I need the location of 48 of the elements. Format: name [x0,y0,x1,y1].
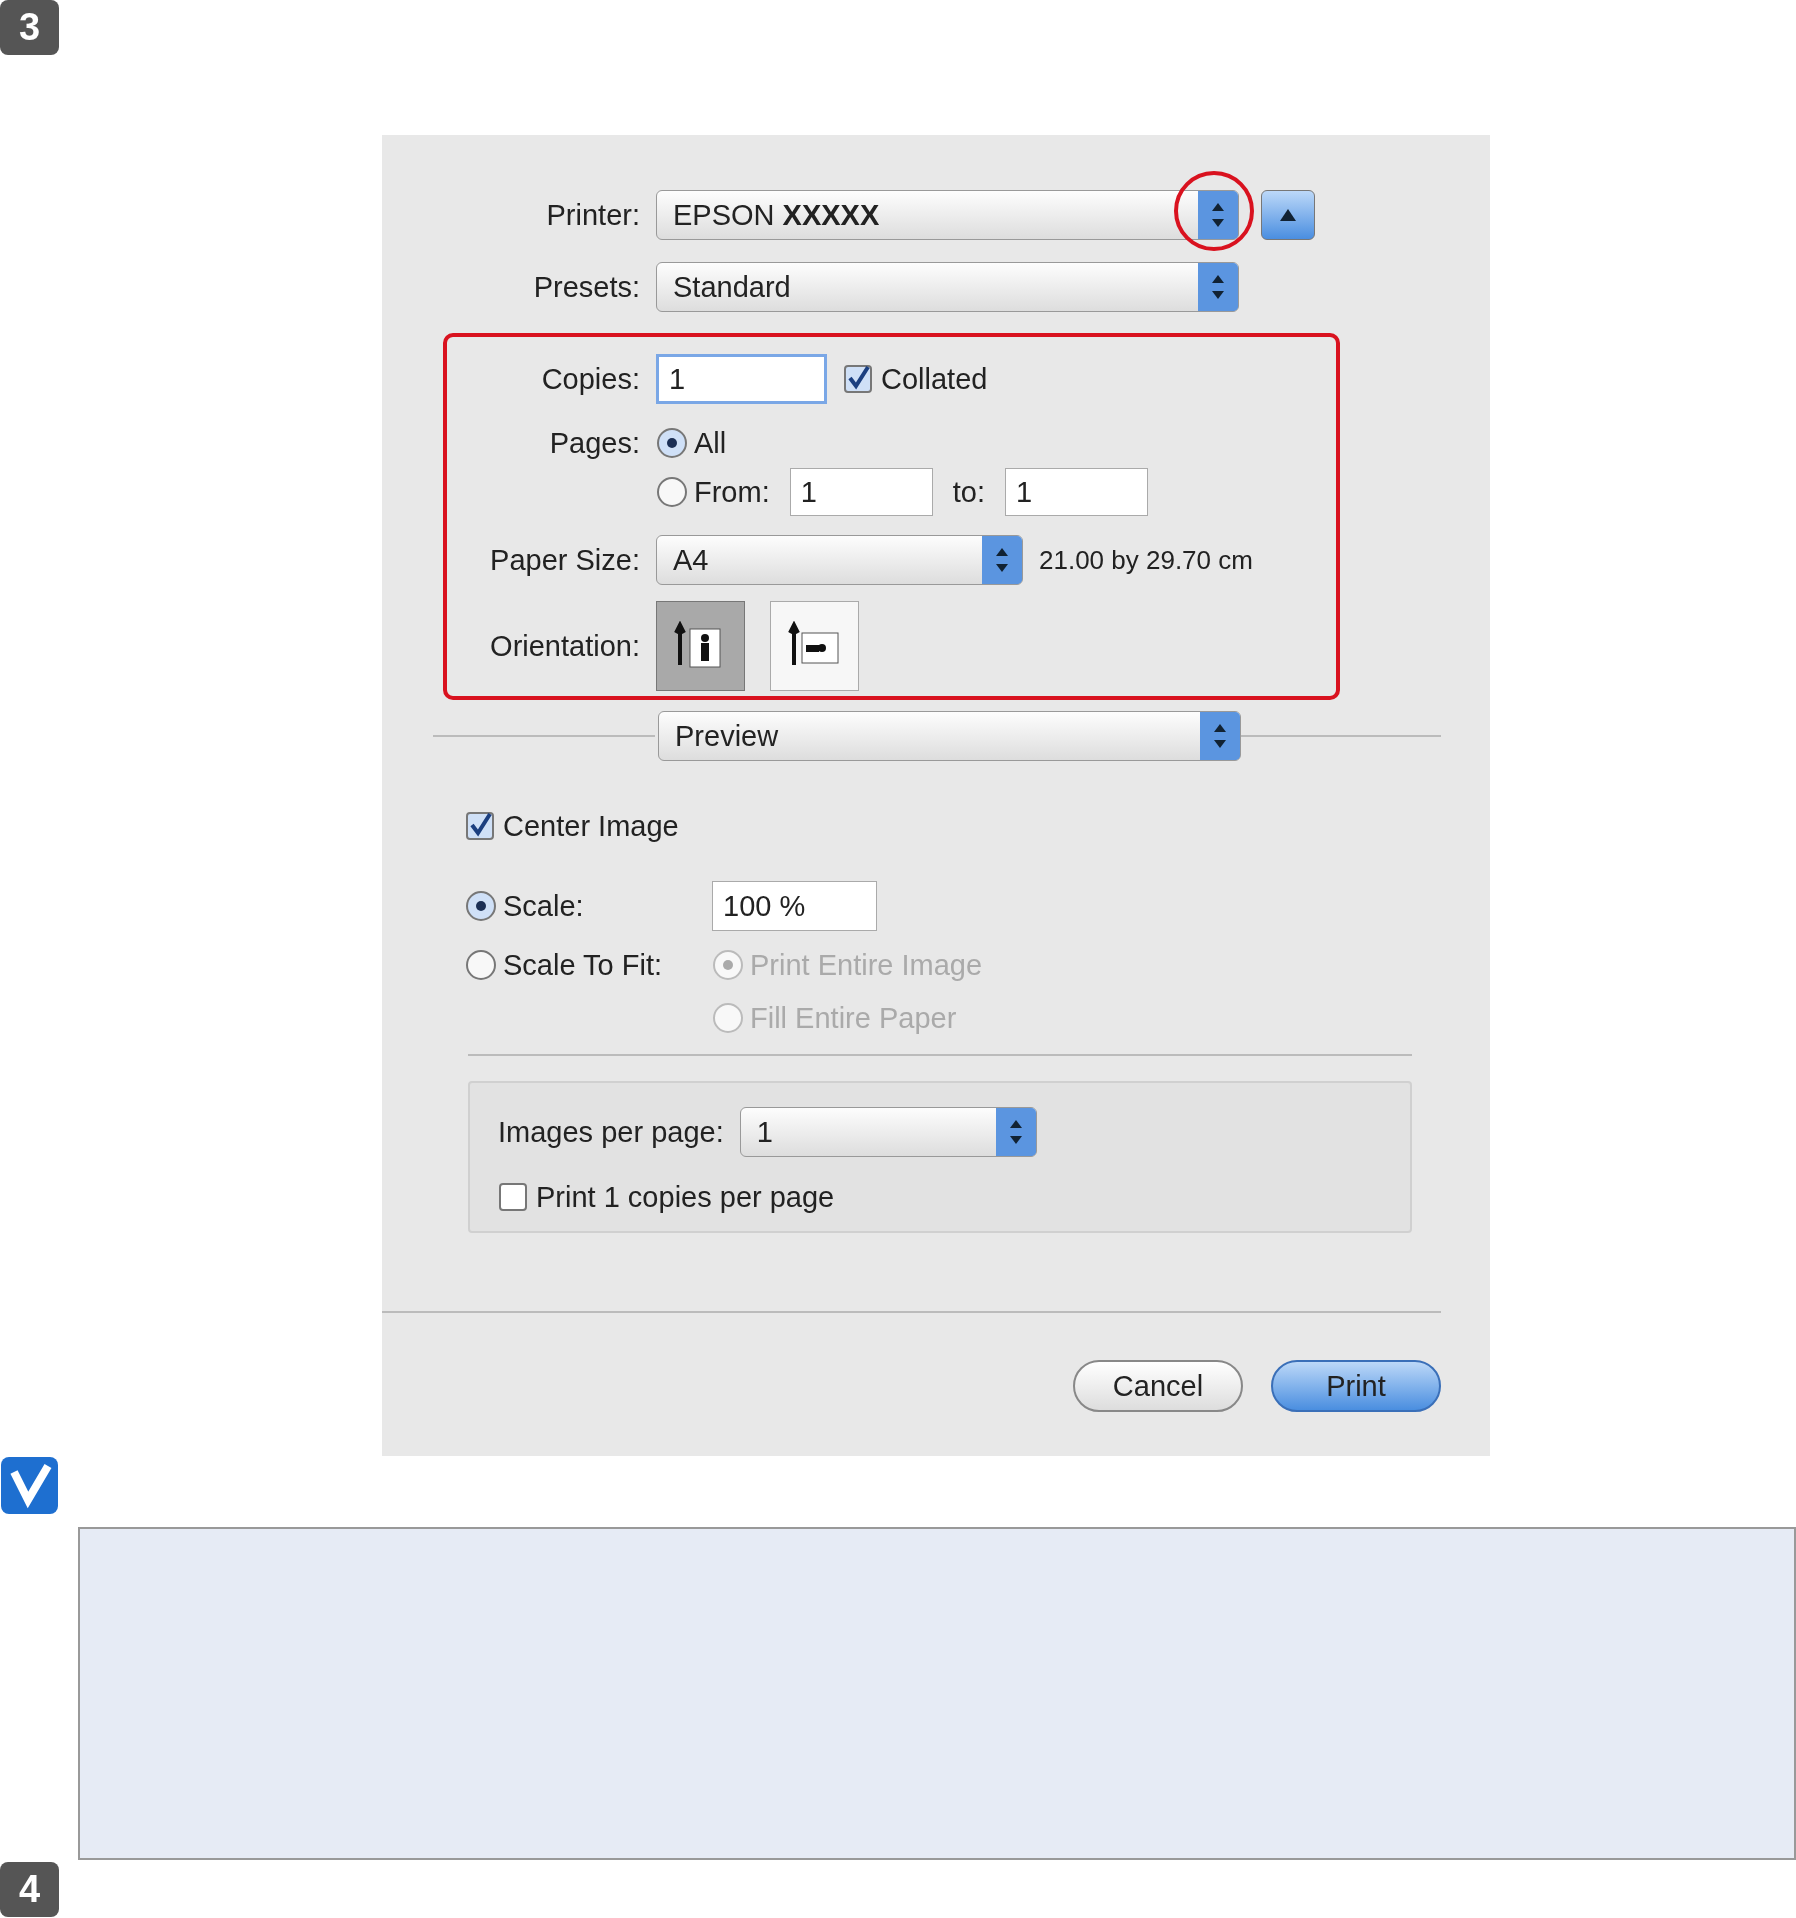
scale-field[interactable]: 100 % [712,881,877,931]
radio-label: Scale To Fit: [503,948,664,982]
popup-menu[interactable]: A4 [656,535,1023,585]
radio-label: All [694,426,727,460]
radio-button[interactable] [656,427,688,459]
print-button[interactable]: Print [1271,1360,1441,1412]
popup-menu[interactable]: 1 [739,1107,1037,1157]
orientation-button[interactable] [770,601,859,691]
up-arrow-icon [1278,207,1298,223]
radio-label: Scale: [503,889,585,923]
checkbox-label: Collated [881,362,988,396]
checkbox-label: Center Image [503,809,679,843]
collapse-button[interactable] [1261,190,1315,240]
paper-dimensions: 21.00 by 29.70 cm [1039,544,1253,576]
step-badge: 3 [0,0,59,55]
field-label: Copies: [540,362,640,396]
radio-label: Print Entire Image [750,948,983,982]
checkbox[interactable] [465,811,495,841]
cancel-button[interactable]: Cancel [1073,1360,1243,1412]
stepper-icon [1198,263,1238,311]
popup-menu[interactable]: Preview [658,711,1241,761]
checkbox[interactable] [498,1182,528,1212]
radio-button[interactable] [656,476,688,508]
popup-menu[interactable]: Standard [656,262,1239,312]
note-icon [0,1456,59,1515]
page-from-field[interactable]: 1 [789,468,933,516]
field-label: Paper Size: [489,543,640,577]
stepper-icon [982,536,1022,584]
step-badge: 4 [0,1862,59,1917]
popup-menu[interactable]: EPSON XXXXX [656,190,1239,240]
field-label: Printer: [545,198,640,232]
field-label: Pages: [548,426,640,460]
checkbox[interactable] [843,364,873,394]
stepper-icon [995,1108,1036,1156]
radio-label: Fill Entire Paper [750,1001,957,1035]
page-to-field[interactable]: 1 [1004,468,1148,516]
field-label: Orientation: [489,629,640,663]
copies-field[interactable]: 1 [656,354,827,404]
field-label: Presets: [532,270,640,304]
orientation-button[interactable] [656,601,745,691]
checkbox-label: Print 1 copies per page [536,1180,835,1214]
radio-label: From: [694,475,770,509]
field-label: to: [952,475,985,509]
field-label: Images per page: [498,1115,724,1149]
stepper-icon [1200,712,1240,760]
radio-button[interactable] [465,890,497,922]
stepper-icon [1198,191,1238,239]
radio-button[interactable] [465,949,497,981]
